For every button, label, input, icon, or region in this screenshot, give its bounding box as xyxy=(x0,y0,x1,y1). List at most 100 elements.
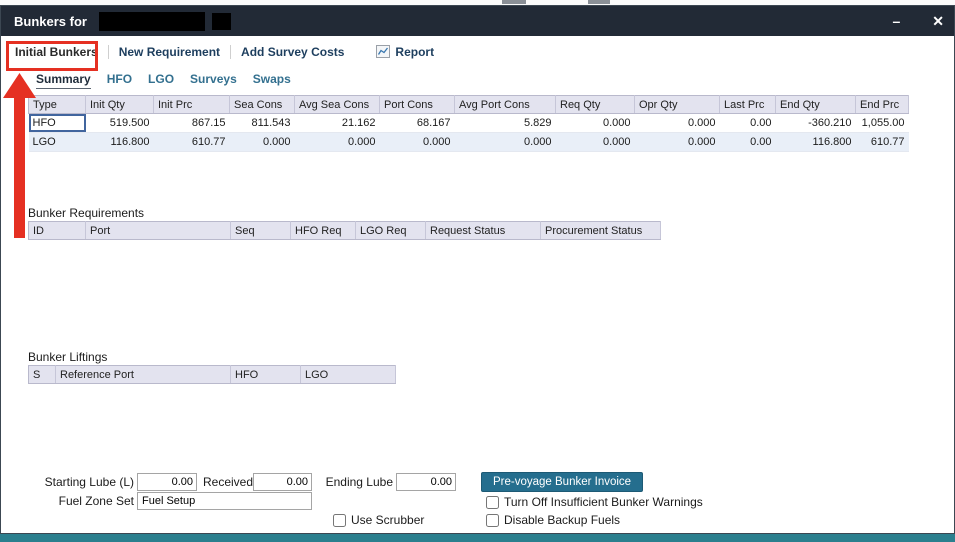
bunker-requirements-label: Bunker Requirements xyxy=(28,206,144,220)
liftings-header-row: S Reference Port HFO LGO xyxy=(29,366,396,384)
liftings-grid-empty-body[interactable] xyxy=(28,384,395,454)
grid-cell[interactable]: 0.000 xyxy=(635,114,720,133)
summary-header-row: Type Init Qty Init Prc Sea Cons Avg Sea … xyxy=(29,96,909,114)
pre-voyage-bunker-invoice-button[interactable]: Pre-voyage Bunker Invoice xyxy=(481,472,643,492)
use-scrubber-checkbox[interactable]: Use Scrubber xyxy=(333,513,424,527)
turn-off-warnings-checkbox-input[interactable] xyxy=(486,496,499,509)
close-icon[interactable]: ✕ xyxy=(932,14,944,28)
disable-backup-fuels-checkbox-label: Disable Backup Fuels xyxy=(504,513,620,527)
grid-cell[interactable]: 0.000 xyxy=(556,133,635,152)
fuel-zone-set-combo[interactable] xyxy=(137,492,312,510)
grid-cell-fuel-type[interactable]: LGO xyxy=(29,133,86,152)
column-header: Port Cons xyxy=(380,96,455,114)
dialog-title: Bunkers for xyxy=(14,14,87,29)
add-survey-costs-button[interactable]: Add Survey Costs xyxy=(241,45,344,59)
redacted-voyage-number xyxy=(212,13,231,30)
tab-lgo[interactable]: LGO xyxy=(148,72,174,89)
grid-cell[interactable]: 0.00 xyxy=(720,114,776,133)
grid-cell[interactable]: 116.800 xyxy=(776,133,856,152)
grid-cell[interactable]: 610.77 xyxy=(856,133,909,152)
background-app-bottom-bar xyxy=(0,534,955,542)
screen: Bunkers for – ✕ Initial Bunkers New Requ… xyxy=(0,0,955,542)
turn-off-warnings-checkbox-label: Turn Off Insufficient Bunker Warnings xyxy=(504,495,703,509)
bunkers-dialog: Bunkers for – ✕ Initial Bunkers New Requ… xyxy=(0,5,955,534)
grid-cell[interactable]: 116.800 xyxy=(86,133,154,152)
column-header: HFO Req xyxy=(291,222,356,240)
column-header: Avg Sea Cons xyxy=(295,96,380,114)
dialog-titlebar: Bunkers for – ✕ xyxy=(1,6,954,36)
grid-cell[interactable]: 1,055.00 xyxy=(856,114,909,133)
column-header: Port xyxy=(86,222,231,240)
initial-bunkers-button[interactable]: Initial Bunkers xyxy=(15,45,98,59)
grid-cell[interactable]: 867.15 xyxy=(154,114,230,133)
column-header: Seq xyxy=(231,222,291,240)
use-scrubber-checkbox-input[interactable] xyxy=(333,514,346,527)
summary-row-hfo: HFO 519.500 867.15 811.543 21.162 68.167… xyxy=(29,114,909,133)
received-input[interactable] xyxy=(253,473,312,491)
grid-cell[interactable]: 0.000 xyxy=(380,133,455,152)
summary-row-lgo: LGO 116.800 610.77 0.000 0.000 0.000 0.0… xyxy=(29,133,909,152)
fuel-zone-set-label: Fuel Zone Set xyxy=(31,492,134,510)
grid-cell[interactable]: 0.000 xyxy=(295,133,380,152)
window-controls: – ✕ xyxy=(892,6,944,36)
redacted-vessel-name xyxy=(99,12,205,31)
grid-cell[interactable]: 0.00 xyxy=(720,133,776,152)
column-header: Init Qty xyxy=(86,96,154,114)
column-header: Type xyxy=(29,96,86,114)
tab-summary[interactable]: Summary xyxy=(36,72,91,89)
grid-cell[interactable]: 21.162 xyxy=(295,114,380,133)
toolbar-separator xyxy=(230,45,231,59)
report-button[interactable]: Report xyxy=(376,45,434,59)
requirements-grid-empty-body[interactable] xyxy=(28,240,660,336)
background-text-fragment xyxy=(588,0,610,4)
column-header: HFO xyxy=(231,366,301,384)
grid-cell[interactable]: 5.829 xyxy=(455,114,556,133)
column-header: End Qty xyxy=(776,96,856,114)
use-scrubber-checkbox-label: Use Scrubber xyxy=(351,513,424,527)
new-requirement-button[interactable]: New Requirement xyxy=(119,45,220,59)
grid-cell[interactable]: -360.210 xyxy=(776,114,856,133)
column-header: LGO xyxy=(301,366,396,384)
summary-grid: Type Init Qty Init Prc Sea Cons Avg Sea … xyxy=(28,95,909,152)
disable-backup-fuels-checkbox[interactable]: Disable Backup Fuels xyxy=(486,513,620,527)
grid-cell[interactable]: 0.000 xyxy=(455,133,556,152)
disable-backup-fuels-checkbox-input[interactable] xyxy=(486,514,499,527)
background-text-fragment xyxy=(502,0,526,4)
starting-lube-input[interactable] xyxy=(137,473,197,491)
grid-cell[interactable]: 0.000 xyxy=(635,133,720,152)
grid-cell-fuel-type[interactable]: HFO xyxy=(29,114,86,133)
dialog-toolbar: Initial Bunkers New Requirement Add Surv… xyxy=(1,36,954,67)
received-label: Received xyxy=(203,473,251,491)
bunker-liftings-label: Bunker Liftings xyxy=(28,350,107,364)
grid-cell[interactable]: 0.000 xyxy=(230,133,295,152)
requirements-header-row: ID Port Seq HFO Req LGO Req Request Stat… xyxy=(29,222,661,240)
column-header: Init Prc xyxy=(154,96,230,114)
grid-cell[interactable]: 610.77 xyxy=(154,133,230,152)
report-button-label: Report xyxy=(395,45,434,59)
column-header: Opr Qty xyxy=(635,96,720,114)
turn-off-warnings-checkbox[interactable]: Turn Off Insufficient Bunker Warnings xyxy=(486,495,703,509)
starting-lube-label: Starting Lube (L) xyxy=(31,473,134,491)
grid-cell[interactable]: 68.167 xyxy=(380,114,455,133)
column-header: Reference Port xyxy=(56,366,231,384)
column-header: S xyxy=(29,366,56,384)
bunker-liftings-grid: S Reference Port HFO LGO xyxy=(28,365,396,384)
toolbar-separator xyxy=(108,45,109,59)
column-header: Sea Cons xyxy=(230,96,295,114)
tab-hfo[interactable]: HFO xyxy=(107,72,132,89)
column-header: Request Status xyxy=(426,222,541,240)
bunker-requirements-grid: ID Port Seq HFO Req LGO Req Request Stat… xyxy=(28,221,661,240)
tab-bar: Summary HFO LGO Surveys Swaps xyxy=(36,72,291,89)
column-header: Procurement Status xyxy=(541,222,661,240)
column-header: LGO Req xyxy=(356,222,426,240)
minimize-icon[interactable]: – xyxy=(892,14,900,28)
ending-lube-input[interactable] xyxy=(396,473,456,491)
tab-surveys[interactable]: Surveys xyxy=(190,72,237,89)
grid-cell[interactable]: 811.543 xyxy=(230,114,295,133)
ending-lube-label: Ending Lube xyxy=(311,473,393,491)
grid-cell[interactable]: 519.500 xyxy=(86,114,154,133)
grid-cell[interactable]: 0.000 xyxy=(556,114,635,133)
column-header: Avg Port Cons xyxy=(455,96,556,114)
column-header: Req Qty xyxy=(556,96,635,114)
tab-swaps[interactable]: Swaps xyxy=(253,72,291,89)
